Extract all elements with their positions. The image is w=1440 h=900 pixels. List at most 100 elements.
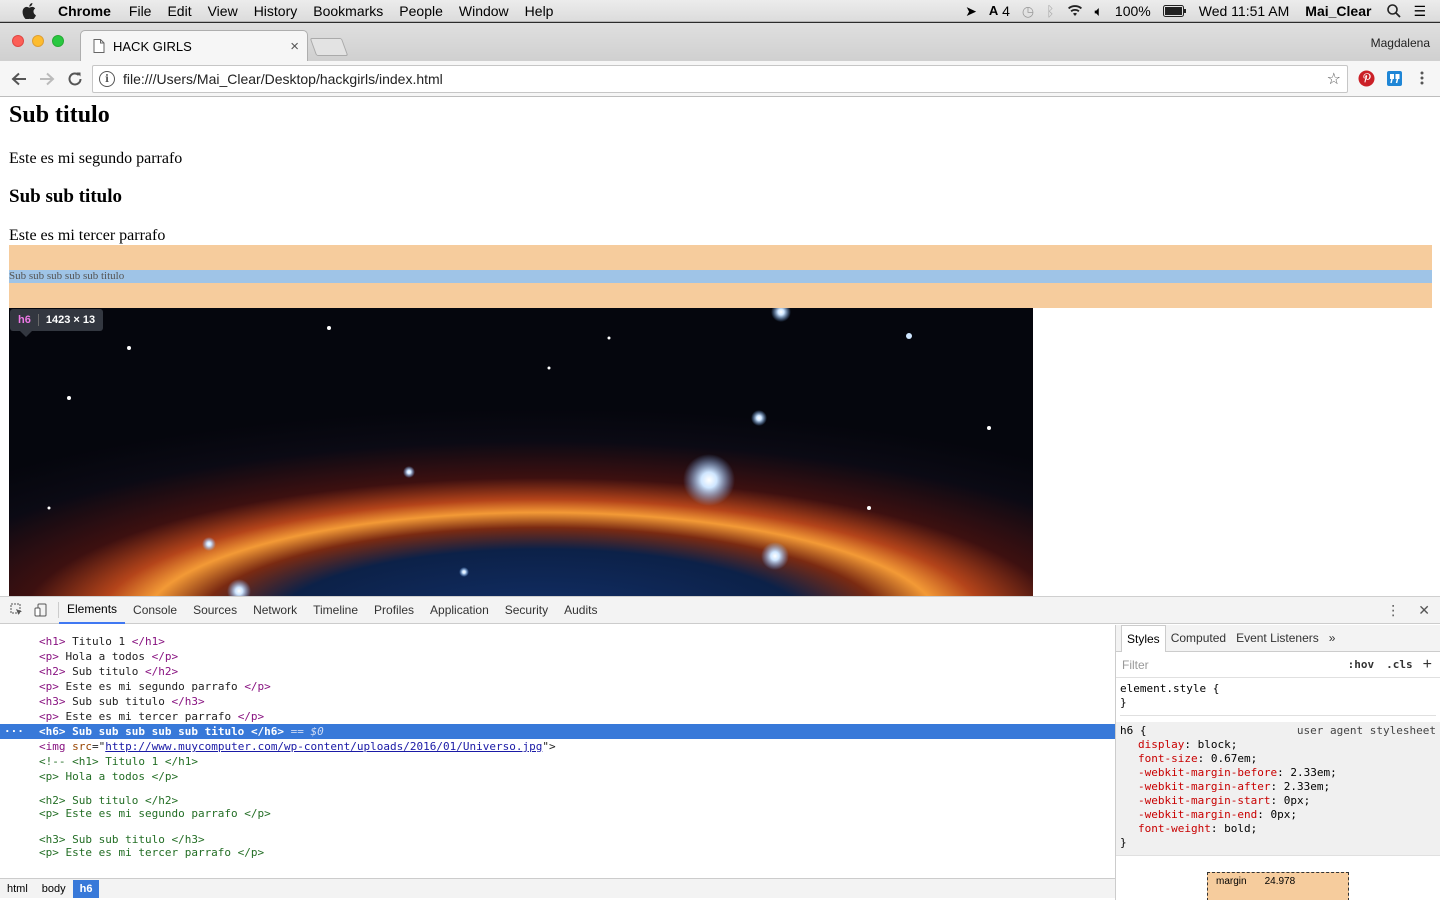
dom-open-tag: <h3>: [39, 695, 66, 708]
notification-center-icon[interactable]: ☰: [1407, 0, 1440, 22]
tab-application[interactable]: Application: [422, 597, 497, 623]
adobe-count: 4: [1002, 2, 1010, 19]
tab-console[interactable]: Console: [125, 597, 185, 623]
menu-bookmarks[interactable]: Bookmarks: [305, 0, 391, 22]
new-tab-button[interactable]: [309, 38, 349, 56]
pinterest-extension-icon[interactable]: [1357, 69, 1375, 87]
menu-view[interactable]: View: [200, 0, 246, 22]
apple-icon[interactable]: [18, 0, 40, 22]
tab-security[interactable]: Security: [497, 597, 556, 623]
close-window-button[interactable]: [12, 35, 24, 47]
clock[interactable]: Wed 11:51 AM: [1193, 0, 1296, 22]
time-machine-icon[interactable]: ◷: [1016, 0, 1040, 22]
box-model-value[interactable]: 24.978: [1265, 876, 1296, 897]
inspect-element-icon[interactable]: [10, 603, 24, 617]
volume-icon[interactable]: 🔈︎: [1089, 0, 1109, 22]
css-property: -webkit-margin-start: 0px;: [1138, 794, 1311, 807]
chrome-menu-icon[interactable]: [1413, 69, 1431, 87]
property-value: 2.33em;: [1290, 766, 1337, 779]
dom-node[interactable]: <p> Este es mi segundo parrafo </p>: [0, 679, 1115, 694]
dom-tree[interactable]: " <h1> Titulo 1 </h1> <p> Hola a todos <…: [0, 625, 1115, 878]
dom-attr-link[interactable]: http://www.muycomputer.com/wp-content/up…: [105, 740, 542, 753]
menu-window[interactable]: Window: [451, 0, 517, 22]
back-button[interactable]: [5, 65, 33, 93]
dom-node-selected[interactable]: ··· <h6> Sub sub sub sub sub titulo </h6>…: [0, 724, 1115, 739]
property-value: 0px;: [1283, 794, 1311, 807]
element-style-rule[interactable]: element.style { }: [1120, 682, 1436, 716]
dom-node[interactable]: <h1> Titulo 1 </h1>: [0, 634, 1115, 649]
dom-comment[interactable]: <p> Este es mi tercer parrafo </p>: [0, 845, 1115, 860]
h6-content-highlight: [9, 270, 1432, 283]
devtools-more-icon[interactable]: ⋮: [1386, 602, 1400, 619]
user-agent-rule[interactable]: h6 { user agent stylesheet display: bloc…: [1116, 722, 1440, 856]
close-tab-icon[interactable]: ×: [290, 38, 299, 55]
filter-input[interactable]: Filter: [1122, 658, 1149, 672]
user-menu[interactable]: Mai_Clear: [1295, 0, 1381, 22]
crumb-body[interactable]: body: [35, 880, 73, 898]
hover-state-toggle[interactable]: :hov: [1348, 658, 1387, 671]
battery-icon[interactable]: [1157, 4, 1193, 17]
crumb-html[interactable]: html: [0, 880, 35, 898]
menu-history[interactable]: History: [246, 0, 306, 22]
adobe-icon[interactable]: A 4: [983, 0, 1016, 22]
zoom-window-button[interactable]: [52, 35, 64, 47]
tab-sources[interactable]: Sources: [185, 597, 245, 623]
address-bar[interactable]: i file:///Users/Mai_Clear/Desktop/hackgi…: [92, 65, 1348, 93]
tab-network[interactable]: Network: [245, 597, 305, 623]
class-toggle[interactable]: .cls: [1386, 658, 1423, 671]
location-arrow-icon[interactable]: ➤: [959, 0, 983, 22]
url-text[interactable]: file:///Users/Mai_Clear/Desktop/hackgirl…: [123, 71, 443, 87]
tab-timeline[interactable]: Timeline: [305, 597, 366, 623]
box-model-margin[interactable]: margin 24.978: [1207, 872, 1349, 900]
box-model-label: margin: [1216, 876, 1247, 887]
battery-percent[interactable]: 100%: [1109, 0, 1157, 22]
menu-people[interactable]: People: [391, 0, 451, 22]
tab-styles[interactable]: Styles: [1121, 624, 1166, 652]
dom-text-node[interactable]: ": [0, 625, 1115, 634]
dom-text: Sub titulo: [65, 665, 145, 678]
minimize-window-button[interactable]: [32, 35, 44, 47]
dom-comment[interactable]: <p> Hola a todos </p>: [0, 769, 1115, 784]
menu-edit[interactable]: Edit: [159, 0, 199, 22]
node-actions-icon[interactable]: ···: [4, 724, 24, 739]
new-rule-icon[interactable]: +: [1423, 656, 1440, 674]
dom-node[interactable]: <p> Hola a todos </p>: [0, 649, 1115, 664]
device-toolbar-icon[interactable]: [34, 603, 48, 617]
page-heading-h3: Sub sub titulo: [9, 186, 123, 207]
browser-toolbar: i file:///Users/Mai_Clear/Desktop/hackgi…: [0, 61, 1440, 97]
tab-hack-girls[interactable]: HACK GIRLS ×: [80, 30, 308, 61]
crumb-h6[interactable]: h6: [72, 879, 100, 898]
menu-chrome[interactable]: Chrome: [50, 0, 121, 22]
tab-computed[interactable]: Computed: [1166, 625, 1231, 651]
dom-node[interactable]: <img src="http://www.muycomputer.com/wp-…: [0, 739, 1115, 754]
tab-event-listeners[interactable]: Event Listeners: [1231, 625, 1324, 651]
menu-help[interactable]: Help: [517, 0, 562, 22]
menu-file[interactable]: File: [121, 0, 160, 22]
more-tabs-icon[interactable]: »: [1324, 625, 1341, 651]
tab-elements[interactable]: Elements: [59, 596, 126, 624]
dom-comment[interactable]: <p> Este es mi segundo parrafo </p>: [0, 806, 1115, 821]
bluetooth-icon[interactable]: ᛒ: [1040, 0, 1060, 22]
dom-comment[interactable]: <!-- <h1> Titulo 1 </h1>: [0, 754, 1115, 769]
spotlight-icon[interactable]: [1381, 3, 1407, 18]
info-icon[interactable]: i: [99, 71, 115, 87]
quote-extension-icon[interactable]: [1385, 69, 1403, 87]
devtools-close-icon[interactable]: ✕: [1418, 602, 1430, 619]
dom-node[interactable]: <p> Este es mi tercer parrafo </p>: [0, 709, 1115, 724]
reload-button[interactable]: [61, 65, 89, 93]
profile-name[interactable]: Magdalena: [1371, 36, 1430, 50]
bookmark-star-icon[interactable]: ☆: [1327, 69, 1341, 89]
tab-profiles[interactable]: Profiles: [366, 597, 422, 623]
wifi-icon[interactable]: [1061, 4, 1089, 17]
rule-source: user agent stylesheet: [1296, 724, 1436, 737]
css-property: -webkit-margin-before: 2.33em;: [1138, 766, 1337, 779]
dom-node[interactable]: <h3> Sub sub titulo </h3>: [0, 694, 1115, 709]
dom-node[interactable]: <h2> Sub titulo </h2>: [0, 664, 1115, 679]
dom-text: Este es mi segundo parrafo: [58, 680, 245, 693]
dom-text: Sub sub titulo: [65, 695, 172, 708]
tab-audits[interactable]: Audits: [556, 597, 605, 623]
forward-button[interactable]: [33, 65, 61, 93]
page-heading-h6: Sub sub sub sub sub titulo: [9, 270, 125, 282]
property-name: display: [1138, 738, 1185, 751]
dom-text: Sub sub sub sub sub titulo: [65, 725, 251, 738]
